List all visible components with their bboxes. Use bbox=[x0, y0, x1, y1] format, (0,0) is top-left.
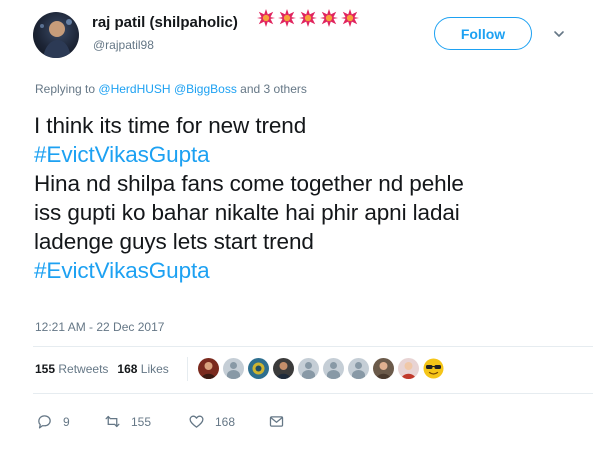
retweet-count: 155 bbox=[131, 414, 152, 429]
likers-list bbox=[198, 358, 444, 379]
reply-icon bbox=[38, 415, 51, 429]
divider bbox=[33, 346, 593, 347]
star-burst-emoji-icon bbox=[320, 9, 338, 27]
liker-avatar[interactable] bbox=[423, 358, 444, 379]
stats-divider bbox=[187, 357, 188, 381]
star-burst-emoji-icon bbox=[257, 9, 275, 27]
replying-suffix[interactable]: and 3 others bbox=[240, 82, 307, 96]
hashtag-link[interactable]: #EvictVikasGupta bbox=[34, 140, 579, 169]
user-photo-avatar-icon bbox=[252, 362, 265, 375]
liker-avatar-default[interactable] bbox=[348, 358, 369, 379]
retweets-label: Retweets bbox=[58, 362, 109, 376]
tweet-text-line: ladenge guys lets start trend bbox=[34, 229, 314, 254]
user-photo-avatar-icon bbox=[401, 362, 416, 379]
replying-to-line: Replying to @HerdHUSH @BiggBoss and 3 ot… bbox=[35, 82, 307, 96]
user-photo-avatar-icon bbox=[376, 362, 391, 379]
sunglasses-emoji-icon bbox=[423, 358, 444, 379]
tweet-text: I think its time for new trend #EvictVik… bbox=[34, 111, 579, 285]
chevron-down-icon[interactable] bbox=[553, 28, 565, 40]
tweet-text-line: iss gupti ko bahar nikalte hai phir apni… bbox=[34, 200, 460, 225]
direct-message-button[interactable] bbox=[268, 413, 285, 430]
envelope-icon bbox=[269, 416, 284, 427]
display-name[interactable]: raj patil (shilpaholic) bbox=[92, 14, 238, 31]
reply-button[interactable]: 9 bbox=[36, 413, 104, 430]
liker-avatar[interactable] bbox=[248, 358, 269, 379]
liker-avatar-default[interactable] bbox=[323, 358, 344, 379]
user-photo-avatar-icon bbox=[201, 362, 216, 379]
likes-stat[interactable]: 168 Likes bbox=[117, 362, 168, 376]
star-burst-emoji-icon bbox=[278, 9, 296, 27]
star-burst-emoji-icon bbox=[299, 9, 317, 27]
tweet-actions: 9 155 168 bbox=[36, 413, 285, 430]
follow-button[interactable]: Follow bbox=[434, 17, 532, 50]
like-count: 168 bbox=[215, 414, 236, 429]
user-handle[interactable]: @rajpatil98 bbox=[93, 38, 154, 52]
retweet-icon bbox=[105, 415, 120, 428]
tweet-card: raj patil (shilpaholic) @rajpatil98 Foll… bbox=[0, 0, 600, 450]
likes-count: 168 bbox=[117, 362, 138, 376]
mention-link[interactable]: @BiggBoss bbox=[174, 82, 237, 96]
tweet-text-line: I think its time for new trend bbox=[34, 113, 307, 138]
liker-avatar[interactable] bbox=[198, 358, 219, 379]
liker-avatar[interactable] bbox=[373, 358, 394, 379]
user-photo-avatar-icon bbox=[276, 362, 291, 379]
avatar[interactable] bbox=[33, 12, 79, 58]
liker-avatar-default[interactable] bbox=[298, 358, 319, 379]
tweet-stats: 155 Retweets 168 Likes bbox=[35, 362, 169, 376]
heart-icon bbox=[189, 415, 204, 428]
star-burst-emoji-icon bbox=[341, 9, 359, 27]
likes-label: Likes bbox=[140, 362, 169, 376]
retweets-count: 155 bbox=[35, 362, 56, 376]
hashtag-link[interactable]: #EvictVikasGupta bbox=[34, 256, 579, 285]
tweet-text-line: Hina nd shilpa fans come together nd peh… bbox=[34, 171, 464, 196]
mention-link[interactable]: @HerdHUSH bbox=[98, 82, 170, 96]
tweet-timestamp[interactable]: 12:21 AM - 22 Dec 2017 bbox=[35, 320, 164, 334]
name-emoji-group bbox=[257, 9, 359, 27]
reply-count: 9 bbox=[63, 414, 70, 429]
avatar-photo-icon bbox=[40, 19, 72, 58]
liker-avatar[interactable] bbox=[398, 358, 419, 379]
replying-prefix: Replying to bbox=[35, 82, 96, 96]
divider bbox=[33, 393, 593, 394]
retweet-button[interactable]: 155 bbox=[104, 413, 188, 430]
retweets-stat[interactable]: 155 Retweets bbox=[35, 362, 108, 376]
liker-avatar-default[interactable] bbox=[223, 358, 244, 379]
like-button[interactable]: 168 bbox=[188, 413, 268, 430]
liker-avatar[interactable] bbox=[273, 358, 294, 379]
